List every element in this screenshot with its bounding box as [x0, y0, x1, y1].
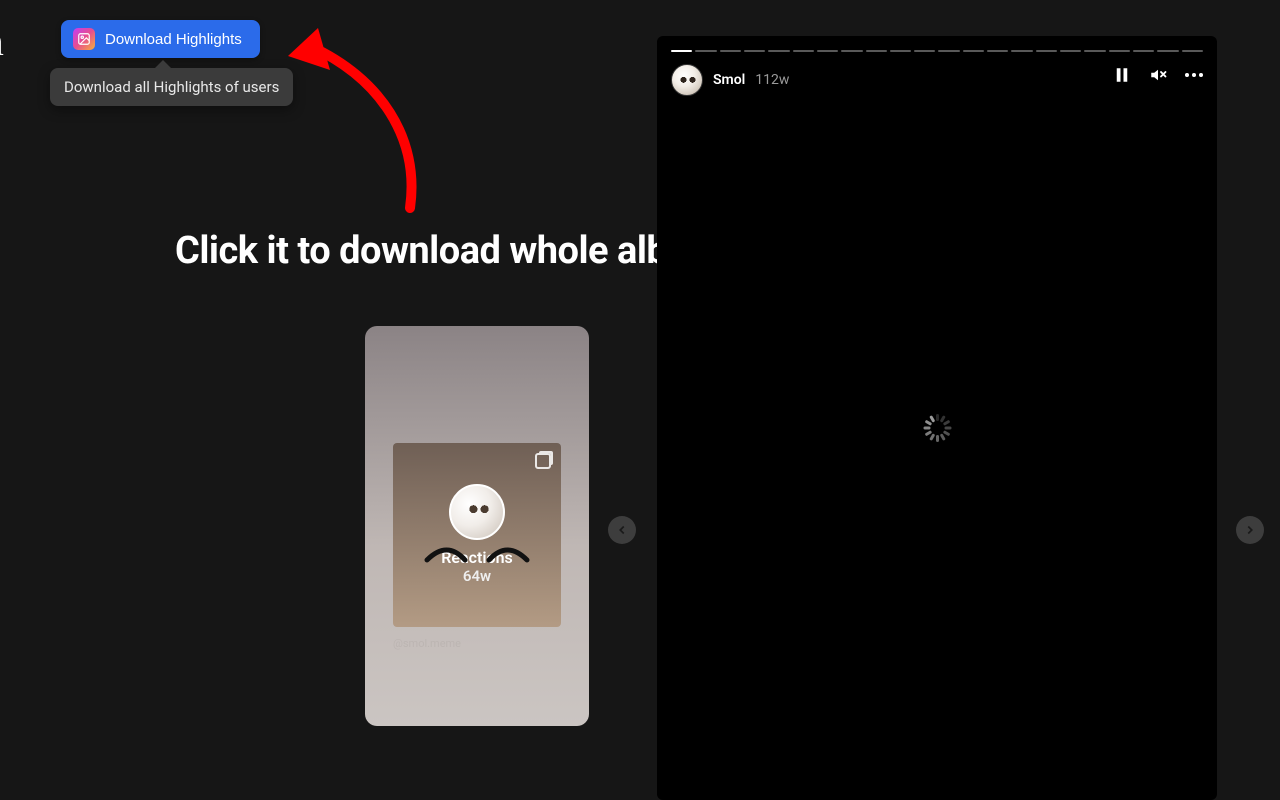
progress-segment [671, 50, 692, 52]
progress-segment [938, 50, 959, 52]
download-highlights-label: Download Highlights [105, 31, 242, 48]
app-logo-fragment: am [0, 18, 4, 65]
progress-segment [768, 50, 789, 52]
story-age: 112w [755, 72, 789, 88]
dot-icon [1199, 73, 1203, 77]
progress-segment [987, 50, 1008, 52]
loading-spinner-icon [923, 414, 951, 442]
highlight-title: Reactions [441, 548, 512, 567]
progress-segment [793, 50, 814, 52]
progress-segment [841, 50, 862, 52]
story-next-button[interactable] [1236, 516, 1264, 544]
story-viewer[interactable]: Smol 112w [657, 36, 1217, 800]
progress-segment [817, 50, 838, 52]
image-icon [73, 28, 95, 50]
annotation-arrow [270, 18, 470, 218]
highlight-thumbnail: Reactions 64w [393, 443, 561, 627]
progress-segment [1036, 50, 1057, 52]
progress-segment [1011, 50, 1032, 52]
highlight-attribution: @smol.meme [393, 637, 461, 650]
pause-button[interactable] [1113, 66, 1131, 84]
progress-segment [744, 50, 765, 52]
dot-icon [1192, 73, 1196, 77]
progress-segment [1084, 50, 1105, 52]
mute-button[interactable] [1149, 66, 1167, 84]
progress-segment [1109, 50, 1130, 52]
story-username[interactable]: Smol [713, 72, 745, 88]
progress-segment [1182, 50, 1203, 52]
volume-muted-icon [1149, 66, 1167, 84]
pause-icon [1113, 66, 1131, 84]
story-prev-button[interactable] [608, 516, 636, 544]
progress-segment [1157, 50, 1178, 52]
progress-segment [1060, 50, 1081, 52]
progress-segment [720, 50, 741, 52]
progress-segment [1133, 50, 1154, 52]
instruction-text: Click it to download whole album [175, 229, 721, 273]
download-highlights-button[interactable]: Download Highlights [61, 20, 260, 58]
progress-segment [890, 50, 911, 52]
progress-segment [695, 50, 716, 52]
progress-segment [866, 50, 887, 52]
progress-segment [963, 50, 984, 52]
story-progress-segments [671, 50, 1203, 52]
download-highlights-tooltip: Download all Highlights of users [50, 68, 293, 106]
highlight-age: 64w [463, 567, 491, 585]
story-user-avatar[interactable] [671, 64, 703, 96]
highlight-preview-card[interactable]: Reactions 64w @smol.meme [365, 326, 589, 726]
progress-segment [914, 50, 935, 52]
story-more-button[interactable] [1185, 73, 1203, 77]
carousel-stack-icon [535, 453, 551, 469]
highlight-cover-avatar [449, 484, 505, 540]
dot-icon [1185, 73, 1189, 77]
